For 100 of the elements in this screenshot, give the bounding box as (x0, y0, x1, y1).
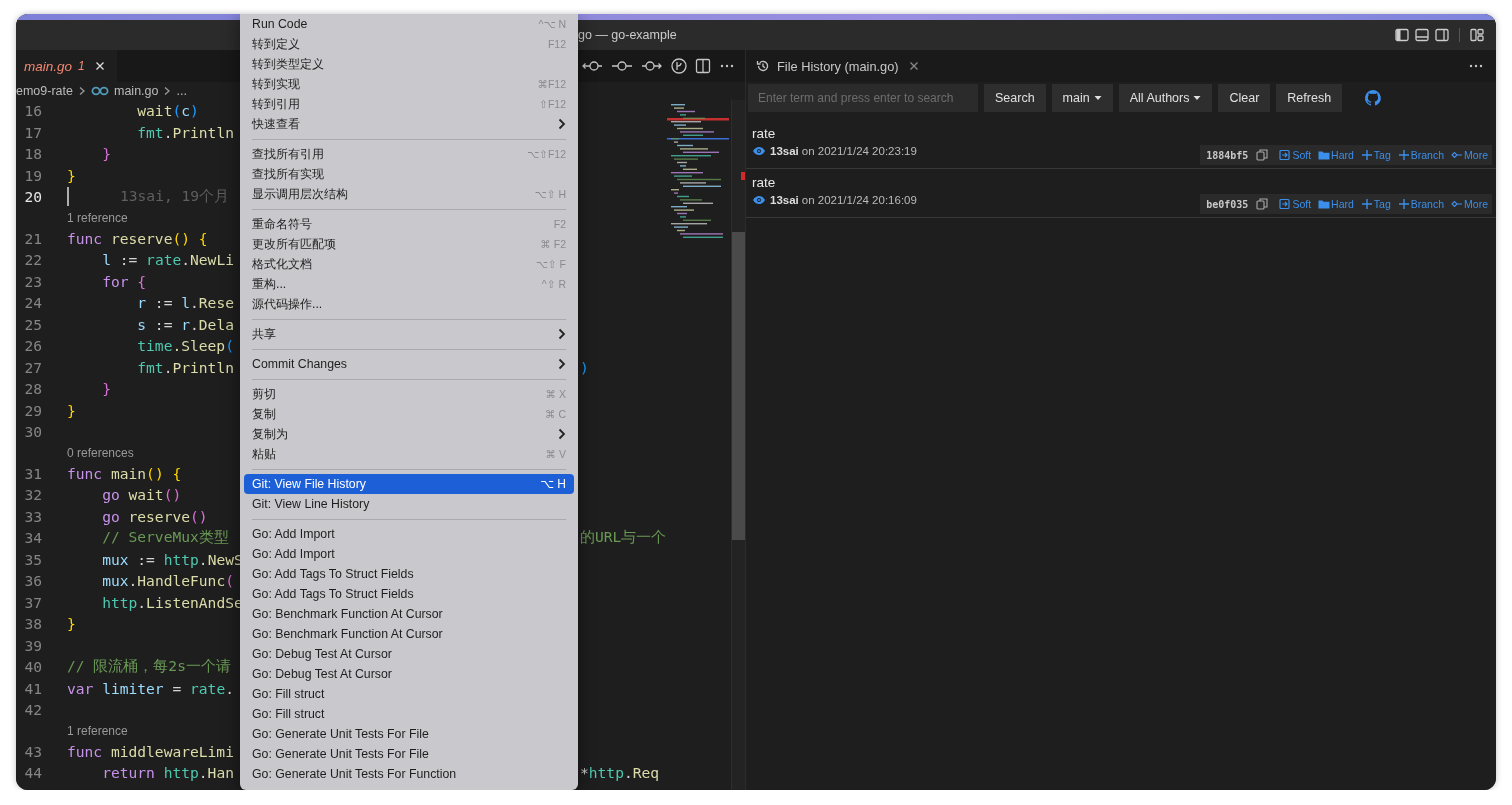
copy-icon[interactable] (1256, 149, 1269, 161)
sidebar-right-icon[interactable] (1435, 28, 1449, 42)
caret-down-icon (1193, 95, 1202, 101)
sidebar-left-icon[interactable] (1395, 28, 1409, 42)
menu-item[interactable]: 粘贴 ⌘ V (244, 444, 574, 464)
menu-item[interactable]: Commit Changes (244, 354, 574, 374)
panel-icon[interactable] (1415, 28, 1429, 42)
line-number: 17 (23, 123, 42, 141)
menu-item[interactable]: 复制 ⌘ C (244, 404, 574, 424)
menu-item[interactable]: Go: Fill struct (244, 684, 574, 704)
code-line: func main() { (67, 464, 182, 482)
commit-icon[interactable] (611, 59, 633, 73)
line-number: 28 (23, 380, 42, 398)
toolbar-button[interactable]: Search (984, 84, 1046, 112)
menu-item[interactable]: 查找所有实现 (244, 164, 574, 184)
window-title: go — go-example (578, 28, 678, 42)
eye-icon[interactable] (752, 195, 766, 205)
action-link[interactable]: Hard (1318, 198, 1354, 210)
codelens-link[interactable]: 1 reference (67, 723, 128, 738)
menu-item[interactable]: 转到定义 F12 (244, 34, 574, 54)
editor-tab[interactable]: main.go 1 (16, 50, 117, 82)
arrow-left-circle-icon[interactable] (581, 59, 603, 73)
code-line: // 限流桶，每2s一个请 (67, 657, 231, 677)
menu-item[interactable]: Go: Add Import (244, 524, 574, 544)
menu-item[interactable]: 转到实现 ⌘F12 (244, 74, 574, 94)
code-line: time.Sleep( (136, 337, 234, 355)
toolbar-button[interactable]: Refresh (1276, 84, 1343, 112)
action-link[interactable]: More (1451, 198, 1488, 210)
line-number: 42 (23, 701, 42, 719)
code-line: mux.HandleFunc( (101, 572, 234, 590)
soft-reset-icon (1279, 149, 1292, 161)
menu-item[interactable]: 转到类型定义 (244, 54, 574, 74)
plus-icon (1360, 149, 1373, 161)
scrollbar[interactable] (731, 100, 745, 790)
close-icon[interactable] (908, 61, 919, 71)
line-number: 40 (23, 658, 42, 676)
layout-icon[interactable] (1470, 28, 1484, 42)
action-link[interactable]: Soft (1279, 198, 1312, 210)
action-link[interactable]: Branch (1397, 149, 1445, 161)
line-number: 44 (23, 764, 42, 782)
action-link[interactable]: Branch (1397, 198, 1445, 210)
menu-item[interactable]: 剪切 ⌘ X (244, 384, 574, 404)
branch-circle-icon[interactable] (671, 58, 687, 74)
menu-item[interactable]: Git: View Line History (244, 494, 574, 514)
menu-item[interactable]: 共享 (244, 324, 574, 344)
menu-item[interactable]: Go: Generate Unit Tests For File (244, 744, 574, 764)
menu-item[interactable]: Go: Add Tags To Struct Fields (244, 584, 574, 604)
menu-item[interactable]: 查找所有引用 ⌥⇧F12 (244, 144, 574, 164)
code-line: } (67, 401, 76, 419)
search-field[interactable]: Enter term and press enter to search (748, 84, 978, 112)
menu-item[interactable]: 重命名符号 F2 (244, 214, 574, 234)
menu-item[interactable]: Go: Fill struct (244, 704, 574, 724)
menu-item[interactable]: 显示调用层次结构 ⌥⇧ H (244, 184, 574, 204)
menu-item[interactable]: 重构... ^⇧ R (244, 274, 574, 294)
menu-item[interactable]: Go: Add Import (244, 544, 574, 564)
codelens-link[interactable]: 0 references (67, 445, 134, 460)
scrollbar-thumb[interactable] (732, 232, 745, 540)
menu-item[interactable]: Go: Debug Test At Cursor (244, 664, 574, 684)
copy-icon[interactable] (1256, 198, 1269, 210)
breadcrumb-item[interactable]: main.go (114, 84, 159, 98)
menu-item[interactable]: Run Code ^⌥ N (244, 14, 574, 34)
line-number: 27 (23, 358, 42, 376)
action-link[interactable]: Soft (1279, 149, 1312, 161)
action-link[interactable]: Tag (1360, 198, 1391, 210)
breadcrumb-item[interactable]: ... (176, 84, 187, 98)
action-link[interactable]: Hard (1318, 149, 1354, 161)
action-link[interactable]: More (1451, 149, 1488, 161)
menu-item[interactable]: Go: Benchmark Function At Cursor (244, 624, 574, 644)
menu-item[interactable]: 更改所有匹配项 ⌘ F2 (244, 234, 574, 254)
menu-item[interactable]: Go: Generate Unit Tests For Function (244, 764, 574, 784)
menu-item[interactable]: 转到引用 ⇧F12 (244, 94, 574, 114)
toolbar-button[interactable]: Clear (1218, 84, 1271, 112)
menu-item[interactable]: 源代码操作... (244, 294, 574, 314)
code-line: fmt.Println (136, 358, 234, 376)
dropdown-button[interactable]: All Authors (1118, 84, 1213, 112)
arrow-right-circle-icon[interactable] (641, 59, 663, 73)
split-editor-icon[interactable] (695, 58, 711, 74)
menu-item[interactable]: 快速查看 (244, 114, 574, 134)
chevron-right-icon (163, 86, 172, 96)
cat-logo-icon[interactable] (1364, 89, 1383, 107)
breadcrumb-item[interactable]: emo9-rate (16, 84, 73, 98)
menu-item[interactable]: Go: Debug Test At Cursor (244, 644, 574, 664)
menu-item[interactable]: Git: View File History ⌥ H (244, 474, 574, 494)
menu-item[interactable]: 复制为 (244, 424, 574, 444)
code-line: fmt.Println (136, 123, 234, 141)
dropdown-button[interactable]: main (1051, 84, 1113, 112)
eye-icon[interactable] (752, 146, 766, 156)
history-icon (756, 59, 770, 73)
action-link[interactable]: Tag (1360, 149, 1391, 161)
line-number: 30 (23, 423, 42, 441)
menu-item[interactable]: Go: Add Tags To Struct Fields (244, 564, 574, 584)
menu-item[interactable]: Go: Benchmark Function At Cursor (244, 604, 574, 624)
menu-item[interactable]: 格式化文档 ⌥⇧ F (244, 254, 574, 274)
keyboard-shortcut: ^⌥ N (538, 18, 566, 30)
code-line: var limiter = rate. (67, 679, 234, 697)
codelens-link[interactable]: 1 reference (67, 210, 128, 225)
line-number: 29 (23, 401, 42, 419)
code-line: go reserve() (101, 507, 208, 525)
keyboard-shortcut: ⌥⇧F12 (527, 148, 566, 160)
menu-item[interactable]: Go: Generate Unit Tests For File (244, 724, 574, 744)
